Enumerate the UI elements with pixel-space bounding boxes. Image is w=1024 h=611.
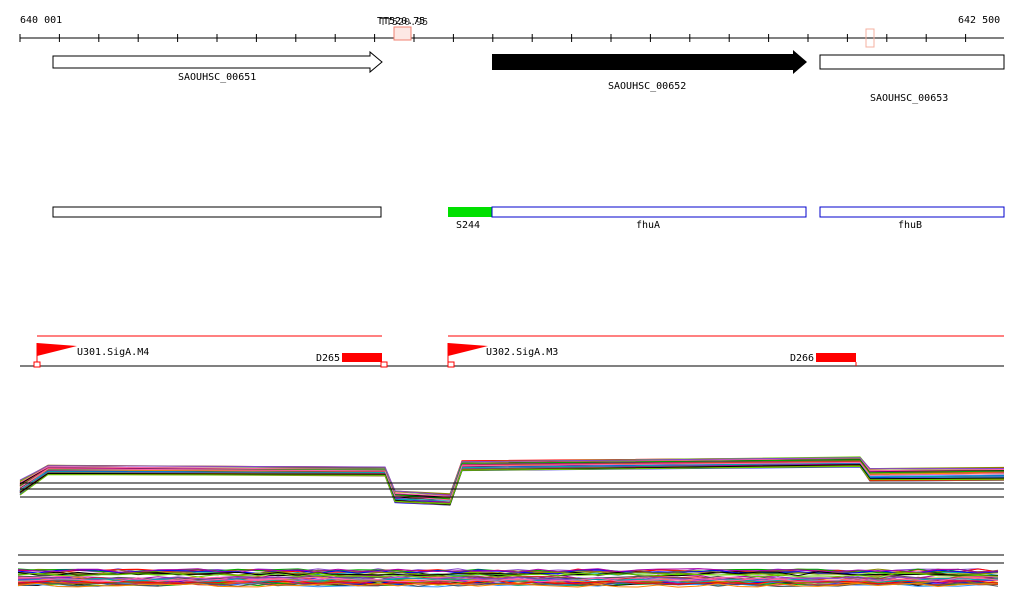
gene-arrow[interactable] [52, 50, 383, 74]
ruler-start-label: 640 001 [20, 15, 62, 26]
downstream-label: D266 [790, 353, 814, 364]
promoter-label: U302.SigA.M3 [486, 347, 558, 358]
expression-track-2 [17, 568, 999, 588]
promoter-flag-icon[interactable] [37, 343, 77, 356]
gene-label: SAOUHSC_00651 [178, 72, 256, 83]
gene-box[interactable] [819, 54, 1005, 70]
terminator-marker[interactable] [393, 26, 412, 41]
promoter-flag-icon[interactable] [448, 343, 488, 356]
gene-label: SAOUHSC_00652 [608, 81, 686, 92]
feature-label: fhuA [636, 220, 660, 231]
gene-arrow[interactable] [492, 50, 807, 74]
downstream-marker[interactable] [342, 353, 382, 362]
downstream-marker[interactable] [816, 353, 856, 362]
terminator-label: TT520.95 [380, 17, 428, 28]
gene-label: SAOUHSC_00653 [870, 93, 948, 104]
expression-track-1 [19, 456, 1005, 506]
feature-label: S244 [456, 220, 480, 231]
genome-track-view[interactable]: 640 001 642 500 TT520.75 TT520.95 SAOUHS… [0, 0, 1024, 611]
ruler-end-label: 642 500 [958, 15, 1000, 26]
feature-label: fhuB [898, 220, 922, 231]
genome-browser: 640 001 642 500 TT520.75 TT520.95 SAOUHS… [0, 0, 1024, 611]
feature-box[interactable] [52, 206, 382, 218]
feature-s244[interactable] [448, 207, 492, 217]
downstream-label: D265 [316, 353, 340, 364]
promoter-label: U301.SigA.M4 [77, 347, 149, 358]
feature-fhuB[interactable] [819, 206, 1005, 218]
feature-fhuA[interactable] [491, 206, 807, 218]
